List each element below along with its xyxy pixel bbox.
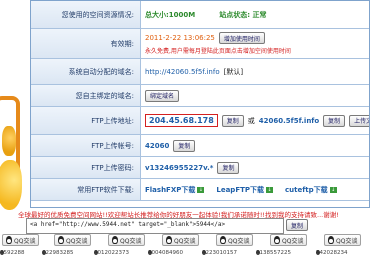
ftp-password-value: v13246955227v.* — [145, 163, 214, 172]
space-total: 总大小:1000M — [145, 10, 196, 19]
ftp-address-label: FTP上传地址: — [31, 107, 141, 135]
validity-label: 有效期: — [31, 29, 141, 59]
ftp-ip: 204.45.68.178 — [145, 114, 218, 127]
copy-code-button[interactable]: 复制 — [286, 219, 309, 231]
domain-row: 系统自动分配的域名: http://42060.5f5f.info [默认] — [31, 59, 369, 85]
validity-notice: 永久免费,用户需每月登陆此页面点击增加空间使用时间 — [145, 48, 291, 55]
ftp-password-label: FTP上传密码: — [31, 157, 141, 179]
qq-penguin-icon — [112, 236, 118, 244]
qq-penguin-icon — [166, 236, 172, 244]
download-icon: ↓ — [197, 186, 205, 193]
qq-numbers: 1592288 422983285 1012022373 1004084960 … — [0, 250, 348, 256]
duck-image — [0, 160, 22, 210]
or-text: 或 — [247, 116, 255, 125]
qq-penguin-icon — [58, 236, 64, 244]
bind-label: 您自主绑定的域名: — [31, 85, 141, 107]
copy-host-button[interactable]: 复制 — [323, 114, 346, 127]
qq-chat-button[interactable]: QQ交谈 — [162, 234, 200, 246]
ftp-host: 42060.5f5f.info — [258, 116, 320, 125]
qq-chat-button[interactable]: QQ交谈 — [270, 234, 308, 246]
qq-chat-button[interactable]: QQ交谈 — [324, 234, 362, 246]
flashfxp-download-link[interactable]: FlashFXP下载 ↓ — [145, 185, 205, 195]
space-row: 您使用的空间资源情况: 总大小:1000M 站点状态: 正常 — [31, 1, 369, 29]
download-icon: ↓ — [329, 186, 337, 193]
qq-chat-button[interactable]: QQ交谈 — [2, 234, 40, 246]
ftp-password-row: FTP上传密码: v13246955227v.* 复制 — [31, 157, 369, 179]
upload-file-button[interactable]: 上传文件 — [349, 114, 369, 127]
bind-domain-button[interactable]: 绑定域名 — [145, 89, 180, 102]
link-code-textbox[interactable]: <a href="http://www.5944.net" target="_b… — [26, 218, 284, 234]
qq-penguin-icon — [6, 236, 12, 244]
qq-penguin-icon — [220, 236, 226, 244]
duck-image-small — [2, 126, 16, 156]
qq-penguin-icon — [274, 236, 280, 244]
bind-domain-row: 您自主绑定的域名: 绑定域名 — [31, 85, 369, 107]
ftp-account-row: FTP上传帐号: 42060 复制 — [31, 135, 369, 157]
copy-ip-button[interactable]: 复制 — [221, 114, 244, 127]
left-decoration — [0, 0, 22, 261]
qq-chat-button[interactable]: QQ交谈 — [108, 234, 146, 246]
qq-chat-row: QQ交谈 QQ交谈 QQ交谈 QQ交谈 QQ交谈 QQ交谈 QQ交谈 — [0, 234, 370, 248]
ftp-address-row: FTP上传地址: 204.45.68.178 复制 或 42060.5f5f.i… — [31, 107, 369, 135]
copy-account-button[interactable]: 复制 — [173, 139, 196, 152]
ftp-software-row: 常用FTP软件下载: FlashFXP下载 ↓ LeapFTP下载 ↓ cute… — [31, 179, 369, 201]
download-icon: ↓ — [266, 186, 274, 193]
qq-penguin-icon — [328, 236, 334, 244]
default-domain-link[interactable]: http://42060.5f5f.info — [145, 68, 220, 76]
ftp-account-label: FTP上传帐号: — [31, 135, 141, 157]
validity-date: 2011-2-22 13:06:25 — [145, 34, 215, 42]
domain-label: 系统自动分配的域名: — [31, 59, 141, 85]
ftp-account-value: 42060 — [145, 141, 170, 150]
ftp-info-panel: 您使用的空间资源情况: 总大小:1000M 站点状态: 正常 有效期: 2011… — [30, 0, 370, 208]
leapftp-download-link[interactable]: LeapFTP下载 ↓ — [216, 185, 274, 195]
qq-chat-button[interactable]: QQ交谈 — [54, 234, 92, 246]
add-time-button[interactable]: 增加使用时间 — [218, 32, 265, 44]
validity-row: 有效期: 2011-2-22 13:06:25 增加使用时间 永久免费,用户需每… — [31, 29, 369, 59]
site-status: 站点状态: 正常 — [219, 10, 267, 19]
cuteftp-download-link[interactable]: cuteftp下载 ↓ — [285, 185, 337, 195]
space-label: 您使用的空间资源情况: — [31, 1, 141, 29]
qq-chat-button[interactable]: QQ交谈 — [216, 234, 254, 246]
ftp-software-label: 常用FTP软件下载: — [31, 179, 141, 201]
default-tag: [默认] — [223, 67, 244, 76]
copy-password-button[interactable]: 复制 — [217, 161, 240, 174]
